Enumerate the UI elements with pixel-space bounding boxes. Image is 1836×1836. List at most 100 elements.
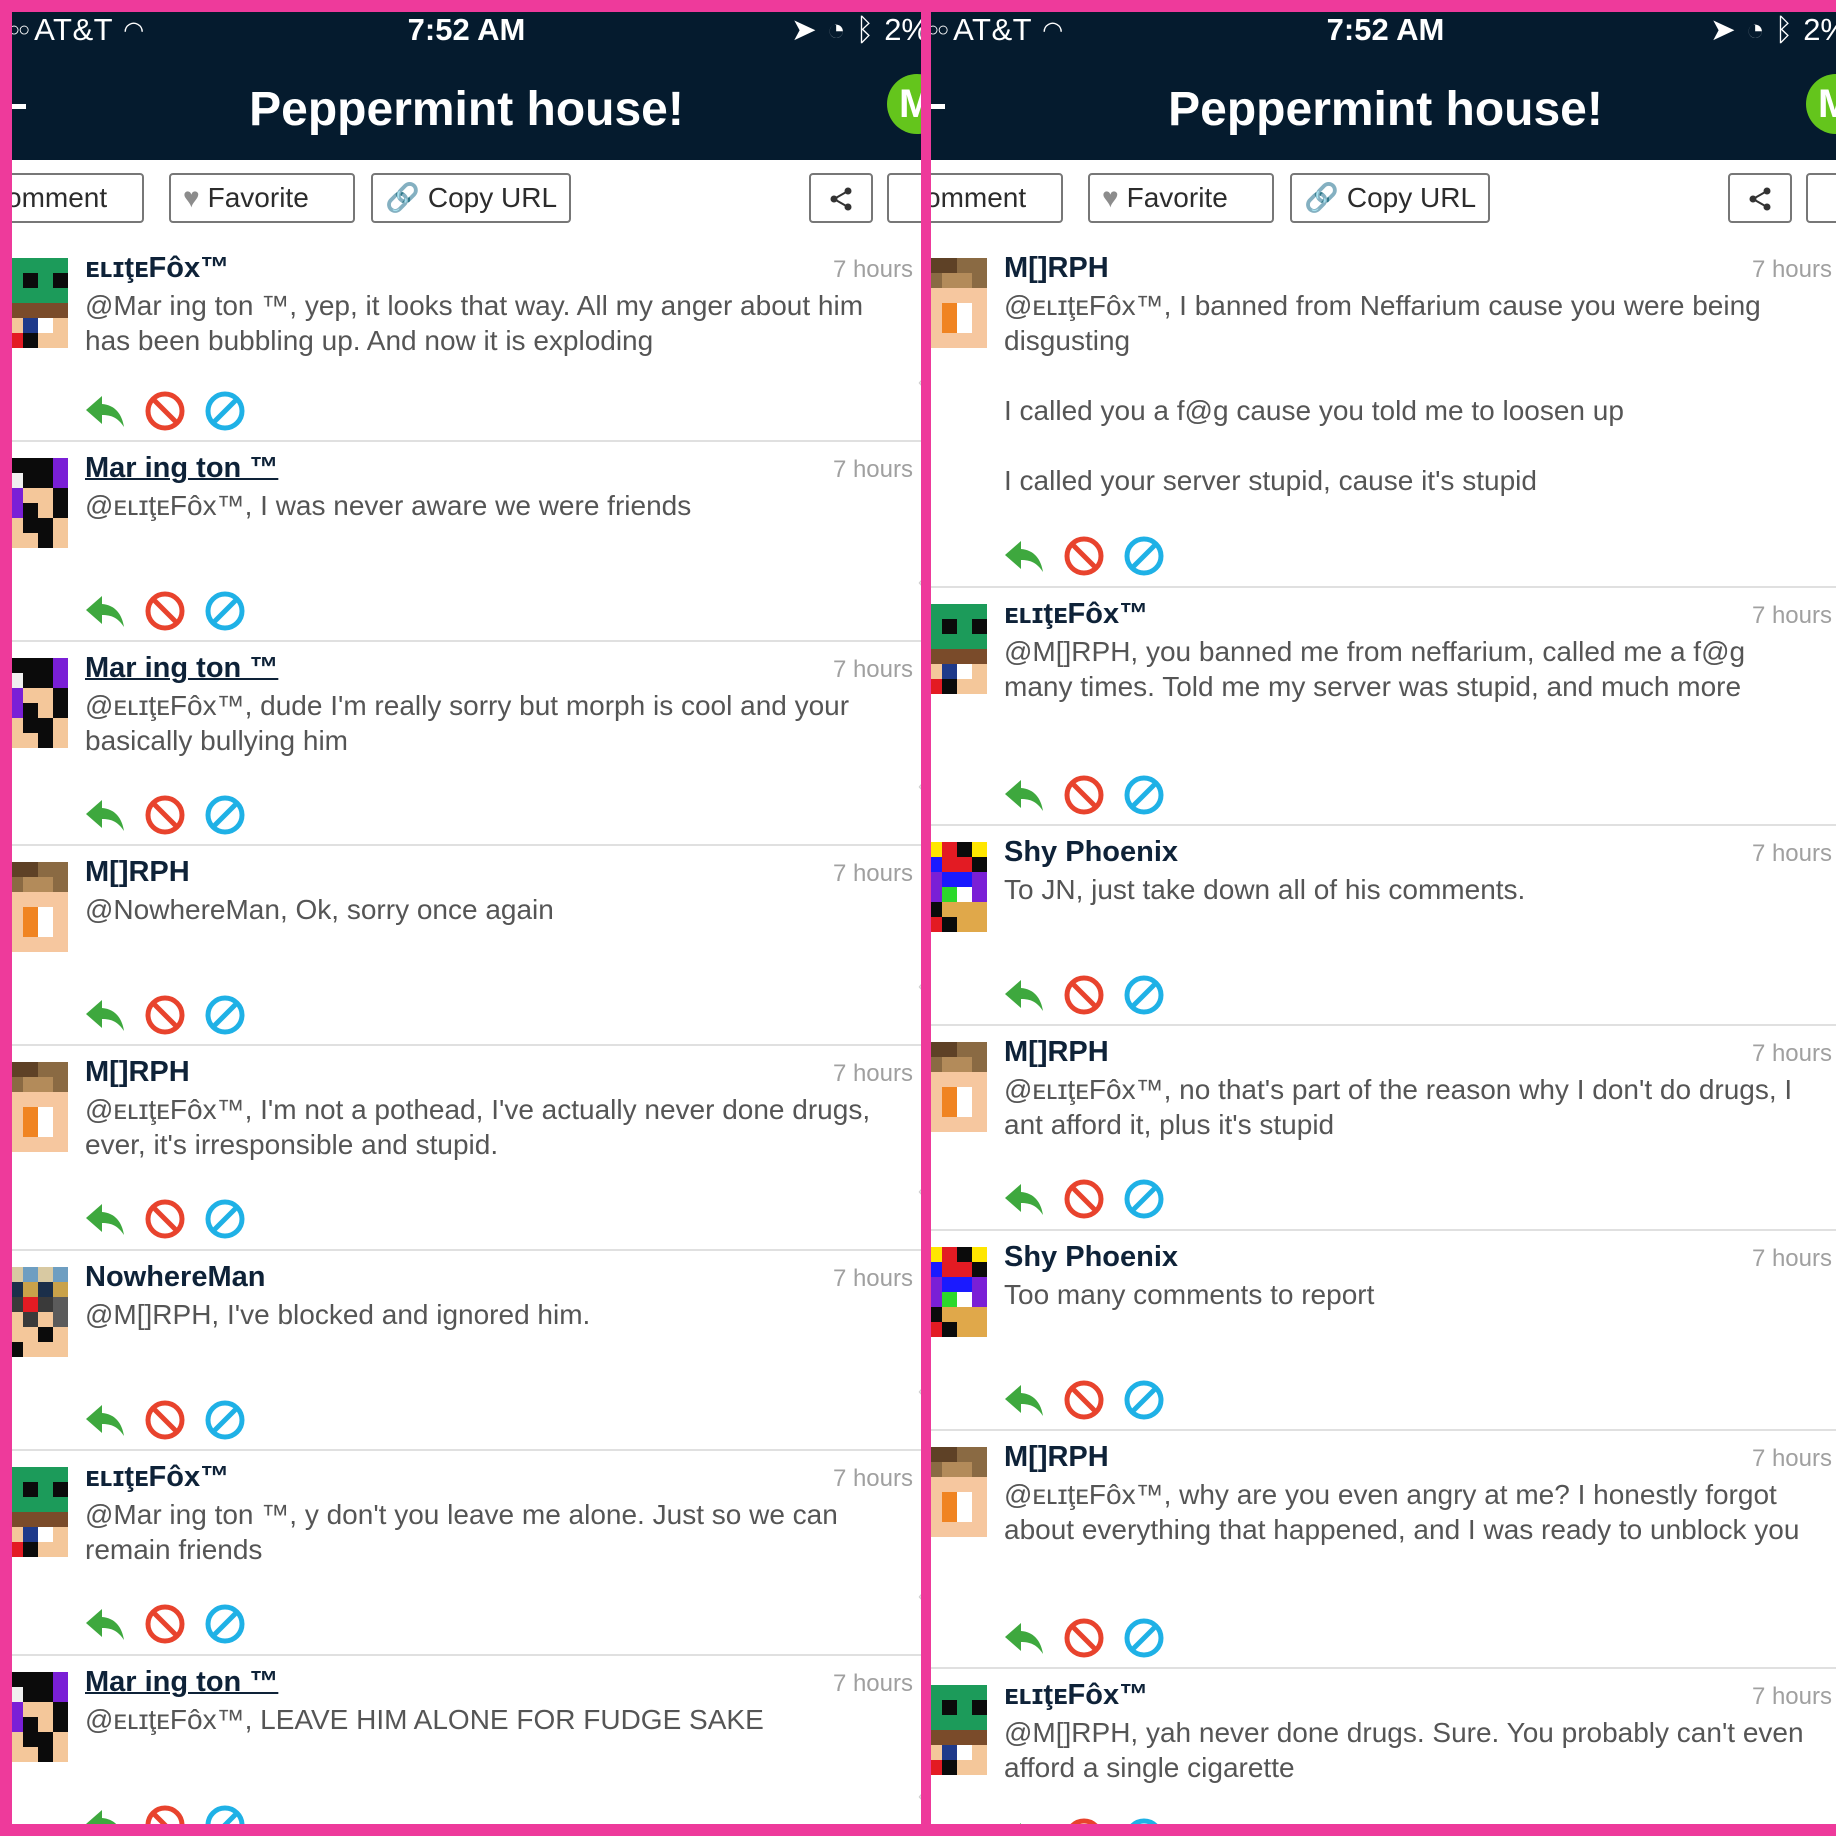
avatar[interactable] xyxy=(12,1467,68,1567)
favorite-button[interactable]: ♥ Favorite xyxy=(169,173,355,223)
reply-arrow-icon[interactable] xyxy=(1003,535,1045,577)
comment-username[interactable]: ᴇʟɪţᴇFôx™ xyxy=(85,252,229,285)
comment-item[interactable]: Shy Phoenix 7 hours To JN, just take dow… xyxy=(931,826,1836,1026)
comment-username[interactable]: NowhereMan xyxy=(85,1261,265,1294)
comment-item[interactable]: M[]RPH 7 hours @NowhereMan, Ok, sorry on… xyxy=(12,846,921,1046)
comment-username[interactable]: Mar ing ton ™ xyxy=(85,1666,278,1699)
flag-icon[interactable] xyxy=(1063,535,1105,577)
flag-icon[interactable] xyxy=(144,1603,186,1645)
avatar[interactable] xyxy=(931,842,987,942)
comment-username[interactable]: Mar ing ton ™ xyxy=(85,652,278,685)
block-icon[interactable] xyxy=(204,390,246,432)
flag-icon[interactable] xyxy=(144,1198,186,1240)
flag-icon[interactable] xyxy=(144,794,186,836)
flag-icon[interactable] xyxy=(1063,974,1105,1016)
flag-icon[interactable] xyxy=(144,1399,186,1441)
flag-icon[interactable] xyxy=(1063,1817,1105,1824)
comment-item[interactable]: Mar ing ton ™ 7 hours @ᴇʟɪţᴇFôx™, I was … xyxy=(12,442,921,642)
comment-username[interactable]: M[]RPH xyxy=(1004,1036,1109,1069)
reply-arrow-icon[interactable] xyxy=(84,794,126,836)
comment-username[interactable]: Shy Phoenix xyxy=(1004,1241,1178,1274)
flag-icon[interactable] xyxy=(144,390,186,432)
comment-item[interactable]: ᴇʟɪţᴇFôx™ 7 hours @M[]RPH, you banned me… xyxy=(931,588,1836,826)
share-button[interactable] xyxy=(1728,173,1792,223)
block-icon[interactable] xyxy=(1123,774,1165,816)
avatar[interactable] xyxy=(12,658,68,758)
comment-item[interactable]: ᴇʟɪţᴇFôx™ 7 hours @Mar ing ton ™, yep, i… xyxy=(12,242,921,442)
block-icon[interactable] xyxy=(1123,1379,1165,1421)
block-icon[interactable] xyxy=(204,1603,246,1645)
flag-icon[interactable] xyxy=(1063,1178,1105,1220)
comment-item[interactable]: Shy Phoenix 7 hours Too many comments to… xyxy=(931,1231,1836,1431)
flag-icon[interactable] xyxy=(1063,1379,1105,1421)
reply-arrow-icon[interactable] xyxy=(84,1198,126,1240)
block-icon[interactable] xyxy=(204,1399,246,1441)
block-icon[interactable] xyxy=(1123,974,1165,1016)
reply-arrow-icon[interactable] xyxy=(84,1399,126,1441)
block-icon[interactable] xyxy=(204,794,246,836)
avatar[interactable] xyxy=(12,1062,68,1162)
comment-username[interactable]: Mar ing ton ™ xyxy=(85,452,278,485)
avatar[interactable] xyxy=(12,862,68,962)
block-icon[interactable] xyxy=(1123,1178,1165,1220)
block-icon[interactable] xyxy=(204,1198,246,1240)
avatar[interactable] xyxy=(12,458,68,558)
reply-arrow-icon[interactable] xyxy=(1003,1617,1045,1659)
block-icon[interactable] xyxy=(1123,1617,1165,1659)
more-button[interactable] xyxy=(1806,173,1836,223)
avatar[interactable] xyxy=(931,604,987,704)
avatar[interactable] xyxy=(12,1267,68,1367)
reply-arrow-icon[interactable] xyxy=(84,994,126,1036)
comment-username[interactable]: ᴇʟɪţᴇFôx™ xyxy=(85,1461,229,1494)
copy-url-button[interactable]: 🔗 Copy URL xyxy=(1290,173,1490,223)
avatar[interactable] xyxy=(931,1685,987,1785)
reply-arrow-icon[interactable] xyxy=(84,1603,126,1645)
comment-item[interactable]: M[]RPH 7 hours @ᴇʟɪţᴇFôx™, I banned from… xyxy=(931,242,1836,588)
flag-icon[interactable] xyxy=(144,994,186,1036)
comment-item[interactable]: Mar ing ton ™ 7 hours @ᴇʟɪţᴇFôx™, dude I… xyxy=(12,642,921,846)
flag-icon[interactable] xyxy=(144,590,186,632)
reply-arrow-icon[interactable] xyxy=(1003,974,1045,1016)
more-button[interactable] xyxy=(887,173,921,223)
comment-username[interactable]: M[]RPH xyxy=(1004,252,1109,285)
comment-item[interactable]: M[]RPH 7 hours @ᴇʟɪţᴇFôx™, I'm not a pot… xyxy=(12,1046,921,1251)
comment-button[interactable]: omment xyxy=(931,173,1063,223)
comment-username[interactable]: M[]RPH xyxy=(85,1056,190,1089)
comment-item[interactable]: M[]RPH 7 hours @ᴇʟɪţᴇFôx™, why are you e… xyxy=(931,1431,1836,1669)
comment-button[interactable]: omment xyxy=(12,173,144,223)
reply-arrow-icon[interactable] xyxy=(1003,774,1045,816)
comment-username[interactable]: M[]RPH xyxy=(1004,1441,1109,1474)
comment-username[interactable]: Shy Phoenix xyxy=(1004,836,1178,869)
share-button[interactable] xyxy=(809,173,873,223)
block-icon[interactable] xyxy=(204,590,246,632)
avatar[interactable] xyxy=(931,1447,987,1547)
reply-arrow-icon[interactable] xyxy=(84,390,126,432)
flag-icon[interactable] xyxy=(1063,774,1105,816)
comment-username[interactable]: ᴇʟɪţᴇFôx™ xyxy=(1004,1679,1148,1712)
favorite-button[interactable]: ♥ Favorite xyxy=(1088,173,1274,223)
flag-icon[interactable] xyxy=(144,1804,186,1824)
block-icon[interactable] xyxy=(204,1804,246,1824)
reply-arrow-icon[interactable] xyxy=(84,1804,126,1824)
copy-url-button[interactable]: 🔗 Copy URL xyxy=(371,173,571,223)
reply-arrow-icon[interactable] xyxy=(1003,1817,1045,1824)
reply-arrow-icon[interactable] xyxy=(1003,1178,1045,1220)
block-icon[interactable] xyxy=(204,994,246,1036)
block-icon[interactable] xyxy=(1123,535,1165,577)
reply-arrow-icon[interactable] xyxy=(84,590,126,632)
reply-arrow-icon[interactable] xyxy=(1003,1379,1045,1421)
comment-username[interactable]: M[]RPH xyxy=(85,856,190,889)
comment-item[interactable]: M[]RPH 7 hours @ᴇʟɪţᴇFôx™, no that's par… xyxy=(931,1026,1836,1231)
avatar[interactable] xyxy=(931,1247,987,1347)
comment-item[interactable]: ᴇʟɪţᴇFôx™ 7 hours @M[]RPH, yah never don… xyxy=(931,1669,1836,1824)
comment-username[interactable]: ᴇʟɪţᴇFôx™ xyxy=(1004,598,1148,631)
comment-item[interactable]: Mar ing ton ™ 7 hours @ᴇʟɪţᴇFôx™, LEAVE … xyxy=(12,1656,921,1824)
comment-item[interactable]: NowhereMan 7 hours @M[]RPH, I've blocked… xyxy=(12,1251,921,1451)
flag-icon[interactable] xyxy=(1063,1617,1105,1659)
block-icon[interactable] xyxy=(1123,1817,1165,1824)
avatar[interactable] xyxy=(12,1672,68,1772)
avatar[interactable] xyxy=(931,258,987,358)
avatar[interactable] xyxy=(931,1042,987,1142)
comment-item[interactable]: ᴇʟɪţᴇFôx™ 7 hours @Mar ing ton ™, y don'… xyxy=(12,1451,921,1656)
avatar[interactable] xyxy=(12,258,68,358)
